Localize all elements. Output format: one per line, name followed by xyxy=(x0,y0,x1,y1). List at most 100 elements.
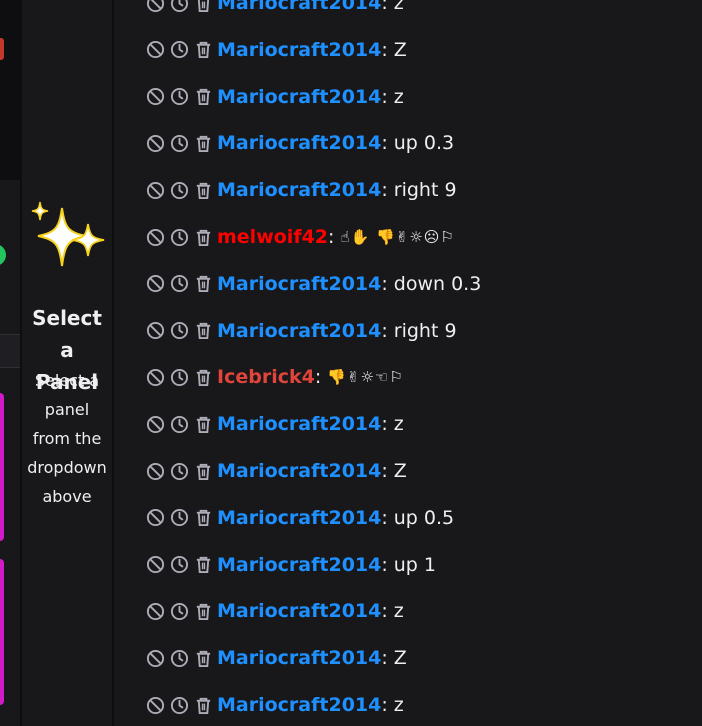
delete-icon[interactable] xyxy=(193,601,213,621)
mod-actions xyxy=(145,601,213,621)
chat-message-text: up 0.5 xyxy=(393,506,455,529)
chat-username[interactable]: Mariocraft2014 xyxy=(217,694,381,716)
timeout-icon[interactable] xyxy=(169,555,189,575)
chat-username[interactable]: Mariocraft2014 xyxy=(217,460,381,482)
left-strip-divider xyxy=(0,334,20,368)
chat-username[interactable]: Mariocraft2014 xyxy=(217,132,381,154)
timeout-icon[interactable] xyxy=(169,648,189,668)
ban-icon[interactable] xyxy=(145,87,165,107)
chat-username[interactable]: Mariocraft2014 xyxy=(217,39,381,61)
chat-message-text: up 1 xyxy=(393,553,436,576)
left-strip-pink-bar[interactable] xyxy=(0,393,4,541)
ban-icon[interactable] xyxy=(145,461,165,481)
chat-colon: : xyxy=(381,132,388,155)
chat-username[interactable]: Mariocraft2014 xyxy=(217,507,381,529)
chat-colon: : xyxy=(314,366,322,389)
chat-username[interactable]: Mariocraft2014 xyxy=(217,554,381,576)
ban-icon[interactable] xyxy=(145,414,165,434)
chat-colon: : xyxy=(328,226,335,248)
delete-icon[interactable] xyxy=(193,695,213,715)
mod-actions xyxy=(145,133,213,153)
left-strip-red-indicator xyxy=(0,38,4,60)
ban-icon[interactable] xyxy=(145,695,165,715)
timeout-icon[interactable] xyxy=(169,227,189,247)
delete-icon[interactable] xyxy=(193,274,213,294)
chat-username[interactable]: Mariocraft2014 xyxy=(217,179,381,201)
ban-icon[interactable] xyxy=(145,555,165,575)
mod-actions xyxy=(145,227,213,247)
chat-username[interactable]: Mariocraft2014 xyxy=(217,0,381,14)
delete-icon[interactable] xyxy=(193,180,213,200)
panel-subtitle-line: dropdown xyxy=(27,458,107,477)
chat-message: Mariocraft2014: Z xyxy=(145,643,407,673)
chat-message: Mariocraft2014: z xyxy=(145,82,404,112)
chat-message: Mariocraft2014: down 0.3 xyxy=(145,269,481,299)
delete-icon[interactable] xyxy=(193,133,213,153)
chat-message: Mariocraft2014: z xyxy=(145,596,404,626)
ban-icon[interactable] xyxy=(145,648,165,668)
delete-icon[interactable] xyxy=(193,414,213,434)
timeout-icon[interactable] xyxy=(169,414,189,434)
mod-actions xyxy=(145,87,213,107)
chat-message: Mariocraft2014: right 9 xyxy=(145,175,457,205)
delete-icon[interactable] xyxy=(193,461,213,481)
chat-username[interactable]: Mariocraft2014 xyxy=(217,600,381,622)
mod-actions xyxy=(145,40,213,60)
chat-username[interactable]: melwoif42 xyxy=(217,226,328,248)
timeout-icon[interactable] xyxy=(169,87,189,107)
ban-icon[interactable] xyxy=(145,180,165,200)
ban-icon[interactable] xyxy=(145,40,165,60)
left-strip-green-indicator[interactable] xyxy=(0,244,6,266)
chat-colon: : xyxy=(381,506,388,529)
timeout-icon[interactable] xyxy=(169,180,189,200)
chat-username[interactable]: Mariocraft2014 xyxy=(217,86,381,108)
chat-message: Mariocraft2014: Z xyxy=(145,35,407,65)
chat-log[interactable]: Mariocraft2014: z Mariocraft2014: Z Mariocra… xyxy=(114,0,702,726)
timeout-icon[interactable] xyxy=(169,601,189,621)
delete-icon[interactable] xyxy=(193,227,213,247)
ban-icon[interactable] xyxy=(145,227,165,247)
timeout-icon[interactable] xyxy=(169,695,189,715)
timeout-icon[interactable] xyxy=(169,321,189,341)
chat-username[interactable]: Mariocraft2014 xyxy=(217,413,381,435)
timeout-icon[interactable] xyxy=(169,508,189,528)
chat-username[interactable]: Mariocraft2014 xyxy=(217,320,381,342)
timeout-icon[interactable] xyxy=(169,40,189,60)
chat-message: Mariocraft2014: right 9 xyxy=(145,316,457,346)
chat-username[interactable]: Mariocraft2014 xyxy=(217,647,381,669)
delete-icon[interactable] xyxy=(193,508,213,528)
ban-icon[interactable] xyxy=(145,321,165,341)
delete-icon[interactable] xyxy=(193,87,213,107)
ban-icon[interactable] xyxy=(145,133,165,153)
timeout-icon[interactable] xyxy=(169,274,189,294)
delete-icon[interactable] xyxy=(193,367,213,387)
ban-icon[interactable] xyxy=(145,367,165,387)
delete-icon[interactable] xyxy=(193,40,213,60)
chat-colon: : xyxy=(381,460,388,482)
chat-username[interactable]: Icebrick4 xyxy=(217,366,315,388)
ban-icon[interactable] xyxy=(145,508,165,528)
ban-icon[interactable] xyxy=(145,274,165,294)
ban-icon[interactable] xyxy=(145,0,165,13)
mod-actions xyxy=(145,321,213,341)
delete-icon[interactable] xyxy=(193,321,213,341)
chat-username[interactable]: Mariocraft2014 xyxy=(217,273,381,295)
timeout-icon[interactable] xyxy=(169,0,189,13)
chat-message-text: Z xyxy=(393,38,407,61)
timeout-icon[interactable] xyxy=(169,133,189,153)
chat-message: Mariocraft2014: up 0.3 xyxy=(145,128,454,158)
chat-message-text: z xyxy=(393,600,404,623)
timeout-icon[interactable] xyxy=(169,461,189,481)
delete-icon[interactable] xyxy=(193,648,213,668)
panel-subtitle-line: from the xyxy=(32,429,102,448)
delete-icon[interactable] xyxy=(193,555,213,575)
chat-message-text: z xyxy=(393,694,404,716)
left-strip-pink-bar[interactable] xyxy=(0,559,4,705)
chat-colon: : xyxy=(381,85,388,108)
chat-message: Icebrick4: 👎✌☼☜⚐ xyxy=(145,362,404,392)
delete-icon[interactable] xyxy=(193,0,213,13)
panel-subtitle-line: above xyxy=(42,487,92,506)
chat-colon: : xyxy=(381,694,388,716)
ban-icon[interactable] xyxy=(145,601,165,621)
timeout-icon[interactable] xyxy=(169,367,189,387)
